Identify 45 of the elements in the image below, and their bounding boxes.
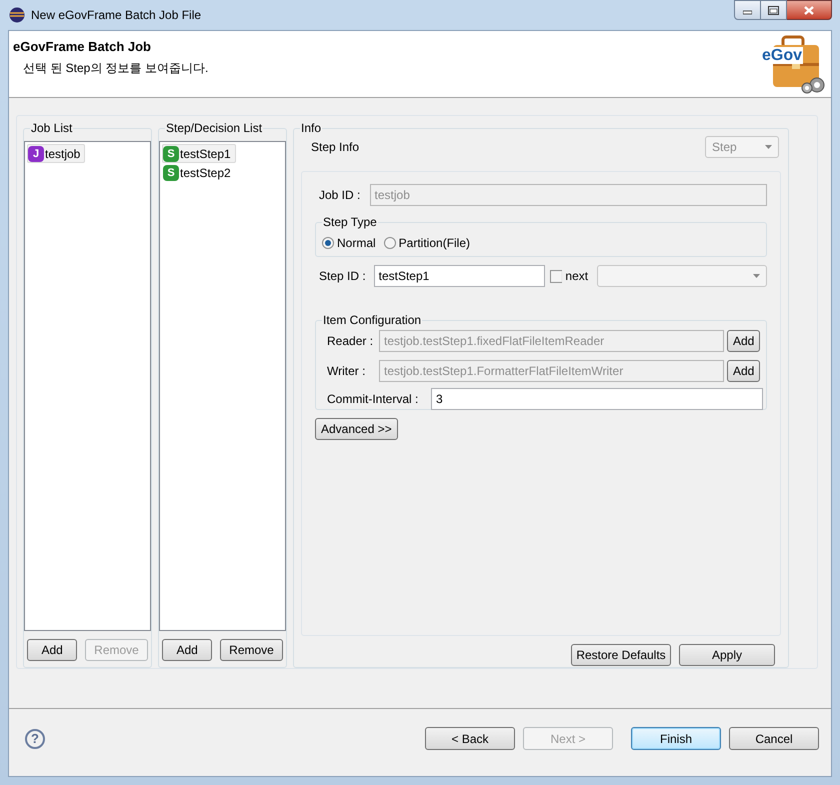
close-icon	[804, 6, 814, 14]
push-button[interactable]: Add	[162, 639, 212, 661]
push-button[interactable]: Add	[27, 639, 78, 661]
minimize-button[interactable]	[734, 0, 761, 20]
commit-interval-field[interactable]: 3	[431, 388, 763, 410]
type-badge: S	[163, 164, 179, 180]
list-item[interactable]: S testStep2	[162, 163, 236, 182]
list-item[interactable]: S testStep1	[162, 144, 236, 163]
type-badge: S	[163, 146, 179, 162]
push-button[interactable]: Remove	[220, 639, 283, 661]
step-id-field[interactable]: testStep1	[374, 265, 545, 287]
field-label: Writer :	[327, 363, 366, 380]
checkbox[interactable]	[550, 270, 562, 282]
item-label: testStep2	[180, 164, 231, 180]
checkbox-label: next	[565, 268, 588, 285]
dropdown-arrow-icon	[765, 145, 772, 149]
push-button[interactable]: < Back	[425, 727, 515, 750]
close-button[interactable]	[787, 0, 832, 20]
page-title: eGovFrame Batch Job	[13, 38, 152, 56]
group-title: Step/Decision List	[165, 120, 264, 136]
group-title: Item Configuration	[322, 312, 422, 328]
logo-text: eGov	[761, 47, 804, 64]
push-button[interactable]: Restore Defaults	[571, 644, 671, 666]
page-description: 선택 된 Step의 정보를 보여줍니다.	[23, 60, 210, 76]
push-button[interactable]: Finish	[631, 727, 721, 750]
type-badge: J	[28, 146, 44, 162]
field-label: Commit-Interval :	[327, 391, 420, 408]
push-button[interactable]: Cancel	[729, 727, 819, 750]
dropdown-arrow-icon	[753, 274, 760, 278]
help-button[interactable]: ?	[25, 728, 45, 748]
maximize-button[interactable]	[761, 0, 787, 20]
maximize-icon	[768, 6, 779, 14]
section-label: Step Info	[311, 139, 360, 156]
app-icon	[9, 7, 25, 23]
push-button[interactable]: Advanced >>	[315, 418, 398, 440]
radio-option[interactable]: Normal	[322, 234, 376, 252]
field-label: Job ID :	[319, 187, 362, 204]
radio-option[interactable]: Partition(File)	[384, 234, 470, 252]
field-label: Step ID :	[319, 268, 367, 285]
push-button[interactable]: Apply	[679, 644, 775, 666]
item-label: testStep1	[180, 146, 231, 162]
window-title: New eGovFrame Batch Job File	[31, 7, 202, 23]
list-item[interactable]: J testjob	[27, 144, 86, 163]
item-label: testjob	[45, 146, 80, 162]
field-label: Reader :	[327, 333, 374, 350]
